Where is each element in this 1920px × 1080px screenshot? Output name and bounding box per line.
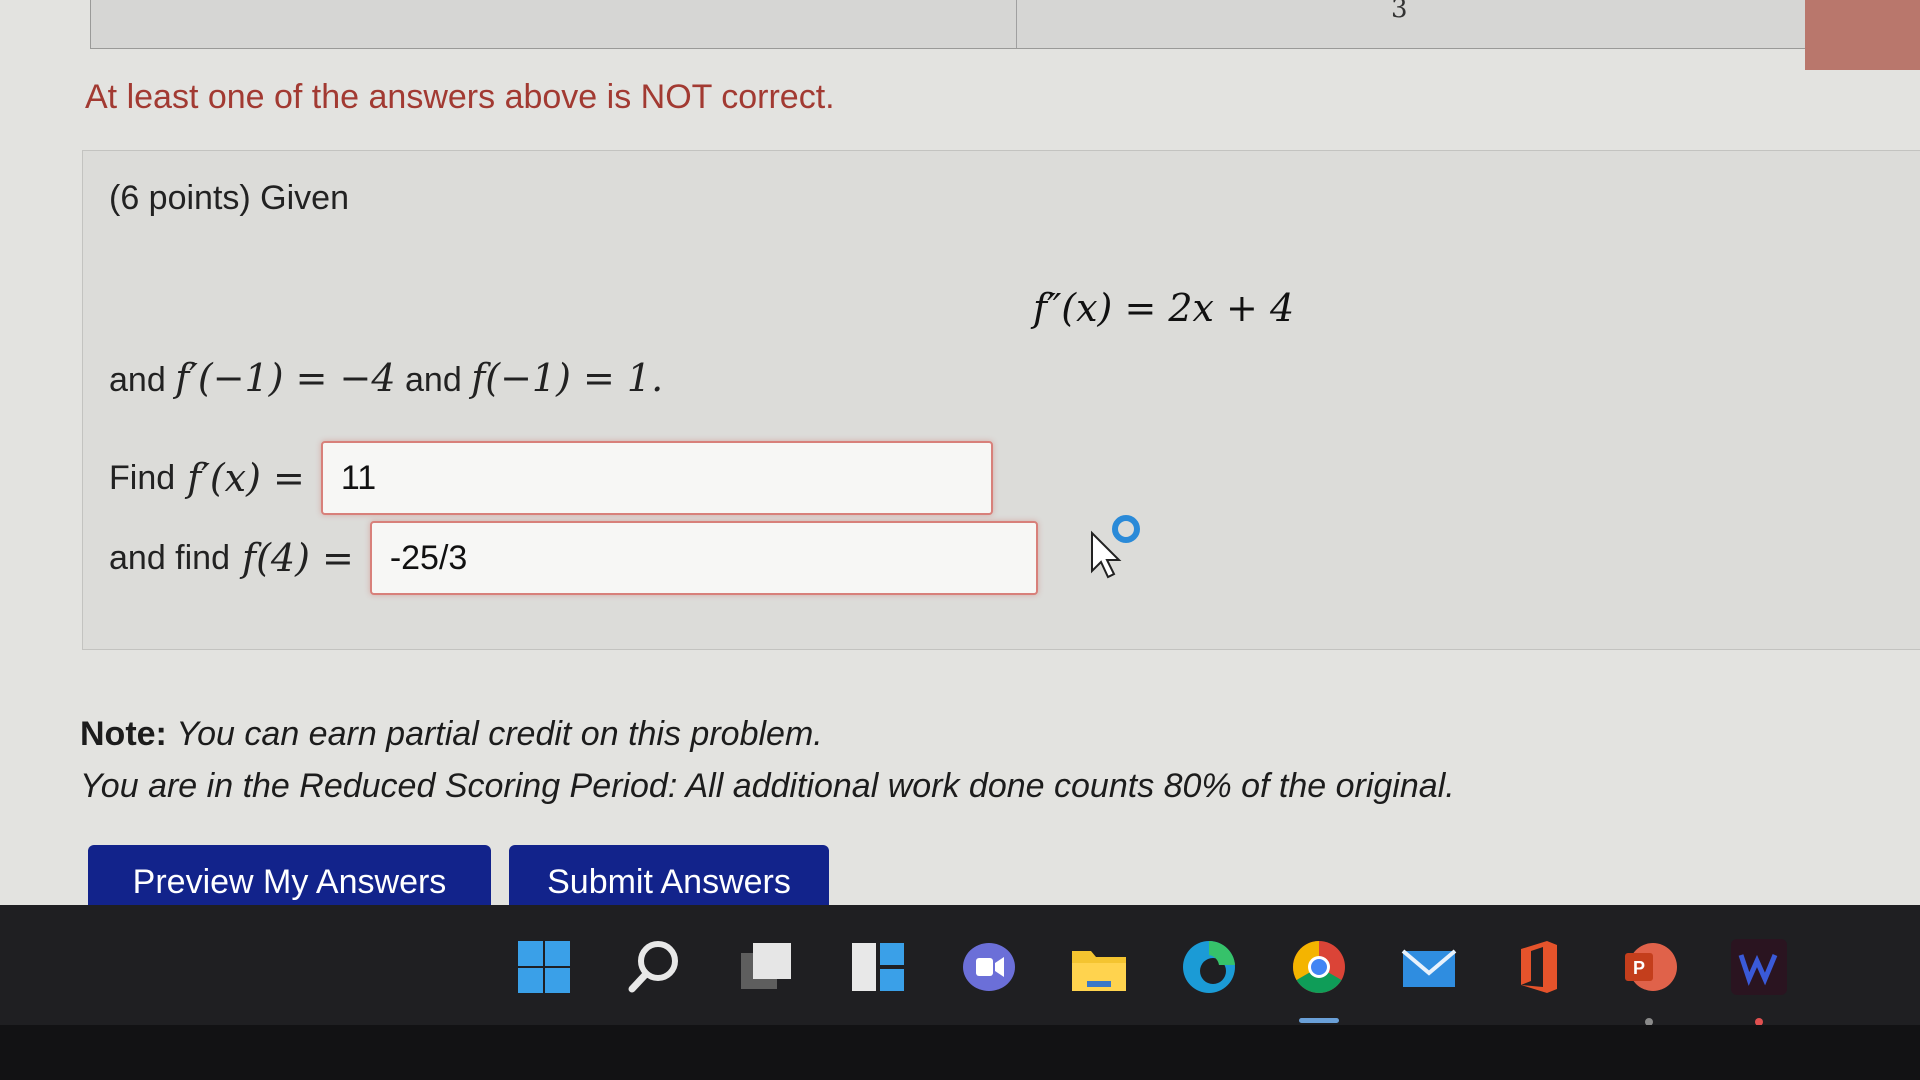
formula-lhs: f″(x) [1033,286,1113,330]
problem-intro: (6 points) Given [109,179,349,217]
initial-conditions: and f′(−1) = −4 and f(−1) = 1. [109,356,663,400]
screen-bezel [0,1025,1920,1080]
chrome-icon[interactable] [1287,935,1351,999]
webwork-page: 3 At least one of the answers above is N… [0,0,1920,920]
office-icon[interactable] [1507,935,1571,999]
question-derivative-row: Find f′(x) = [109,441,993,515]
windows-taskbar: P [0,905,1920,1026]
question-math: f′(x) = [187,456,305,500]
note-line-2: You are in the Reduced Scoring Period: A… [80,760,1455,812]
task-view-icon[interactable] [735,935,799,999]
powerpoint-letter: P [1633,958,1645,978]
app-icon[interactable] [1727,935,1791,999]
previous-answers-table: 3 [90,0,1807,49]
formula-equals: = [1124,286,1157,330]
note-label: Note: [80,715,167,753]
incorrect-cell-highlight [1805,0,1920,70]
table-cell-value: 3 [1391,0,1408,24]
conditions-and-1: and [109,361,166,399]
file-explorer-icon[interactable] [1067,935,1131,999]
edge-icon[interactable] [1177,935,1241,999]
condition-function: f(−1) = 1. [471,356,664,400]
question-label: and find [109,538,230,577]
question-value-row: and find f(4) = [109,521,1038,595]
given-formula: f″(x) = 2x + 4 [1033,286,1294,330]
teams-chat-icon[interactable] [957,935,1021,999]
widgets-icon[interactable] [846,935,910,999]
error-message: At least one of the answers above is NOT… [85,78,835,116]
condition-derivative: f′(−1) = −4 [175,356,396,400]
answer-input-derivative[interactable] [320,441,993,515]
mouse-cursor-busy-icon [1088,513,1148,588]
answer-input-f4[interactable] [369,521,1038,595]
search-icon[interactable] [622,935,686,999]
conditions-and-2: and [405,361,462,399]
windows-start-icon[interactable] [512,935,576,999]
formula-rhs: 2x + 4 [1168,286,1295,330]
problem-box: (6 points) Given f″(x) = 2x + 4 and f′(−… [82,150,1920,650]
note-reduced-scoring: You are in the Reduced Scoring Period: A… [80,767,1455,805]
question-label: Find [109,458,176,497]
powerpoint-icon[interactable]: P [1617,935,1681,999]
table-divider [1016,0,1017,48]
mail-icon[interactable] [1397,935,1461,999]
chrome-active-indicator [1299,1018,1339,1023]
note-line-1: Note: You can earn partial credit on thi… [80,708,1455,760]
note-partial-credit: You can earn partial credit on this prob… [176,715,823,753]
question-math: f(4) = [242,536,354,580]
note-section: Note: You can earn partial credit on thi… [80,708,1455,812]
